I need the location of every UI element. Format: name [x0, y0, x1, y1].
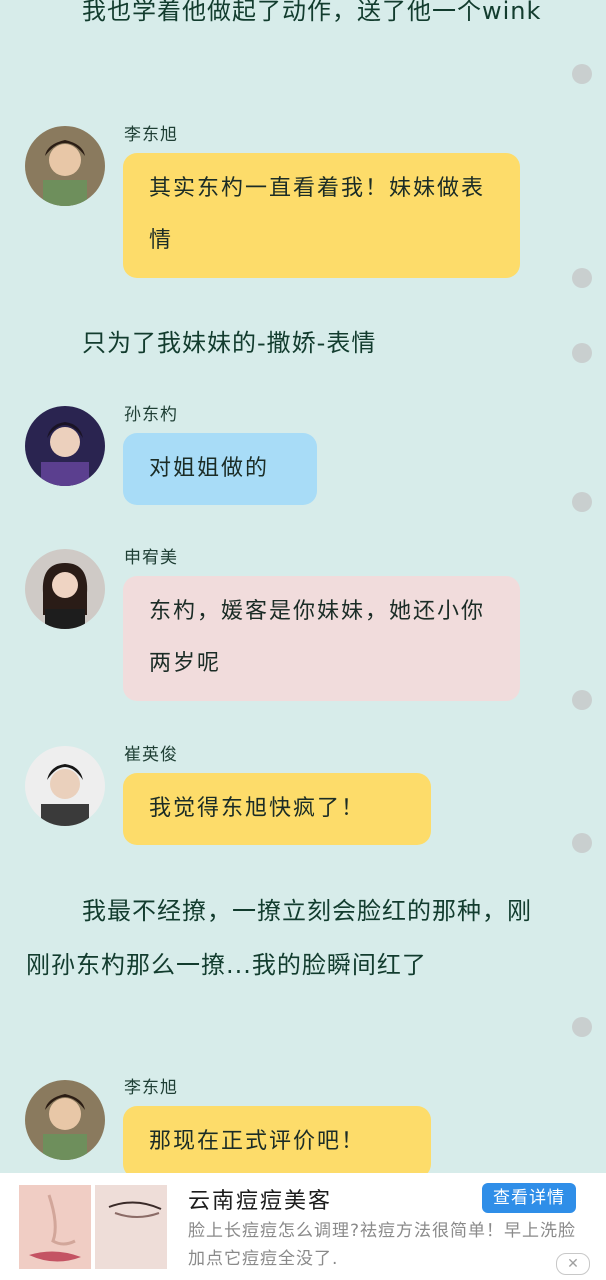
close-icon[interactable]: ✕: [556, 1253, 590, 1275]
speaker-name: 崔英俊: [124, 745, 178, 765]
ad-banner[interactable]: 云南痘痘美客 查看详情 脸上长痘痘怎么调理?祛痘方法很简单！早上洗脸加点它痘痘全…: [0, 1173, 606, 1280]
paragraph-comment-dot[interactable]: [572, 64, 592, 84]
message-bubble[interactable]: 我觉得东旭快疯了！: [123, 773, 431, 845]
ad-image-skin[interactable]: [95, 1185, 167, 1269]
speaker-name: 李东旭: [124, 1078, 178, 1098]
paragraph-comment-dot[interactable]: [572, 690, 592, 710]
speaker-name: 李东旭: [124, 125, 178, 145]
narration-text: 我也学着他做起了动作，送了他一个wink: [82, 0, 542, 25]
choi-youngjun-avatar: [25, 746, 105, 826]
narration-text: 我最不经撩，一撩立刻会脸红的那种，刚刚孙东杓那么一撩...我的脸瞬间红了: [26, 897, 532, 979]
paragraph-comment-dot[interactable]: [572, 1017, 592, 1037]
message-bubble[interactable]: 东杓，媛客是你妹妹，她还小你两岁呢: [123, 576, 520, 701]
ad-title[interactable]: 云南痘痘美客: [188, 1183, 332, 1215]
paragraph-comment-dot[interactable]: [572, 343, 592, 363]
message-text: 对姐姐做的: [149, 456, 270, 481]
message-bubble[interactable]: 对姐姐做的: [123, 433, 317, 505]
shin-yumi-avatar: [25, 549, 105, 629]
message-text: 我觉得东旭快疯了！: [149, 796, 366, 821]
message-bubble[interactable]: 那现在正式评价吧！: [123, 1106, 431, 1178]
message-text: 东杓，媛客是你妹妹，她还小你两岁呢: [149, 599, 486, 676]
paragraph-comment-dot[interactable]: [572, 833, 592, 853]
li-donghyuk-avatar: [25, 126, 105, 206]
ad-image-nose[interactable]: [19, 1185, 91, 1269]
ad-description[interactable]: 脸上长痘痘怎么调理?祛痘方法很简单！早上洗脸加点它痘痘全没了.: [188, 1217, 592, 1273]
message-bubble[interactable]: 其实东杓一直看着我！妹妹做表情: [123, 153, 520, 278]
message-text: 其实东杓一直看着我！妹妹做表情: [149, 176, 486, 253]
li-donghyuk-avatar: [25, 1080, 105, 1160]
narration-text: 只为了我妹妹的-撒娇-表情: [82, 329, 377, 357]
paragraph-comment-dot[interactable]: [572, 268, 592, 288]
paragraph-comment-dot[interactable]: [572, 492, 592, 512]
ad-view-details-button[interactable]: 查看详情: [482, 1183, 576, 1213]
message-text: 那现在正式评价吧！: [149, 1129, 366, 1154]
speaker-name: 申宥美: [124, 548, 178, 568]
speaker-name: 孙东杓: [124, 405, 178, 425]
son-dongpyo-avatar: [25, 406, 105, 486]
